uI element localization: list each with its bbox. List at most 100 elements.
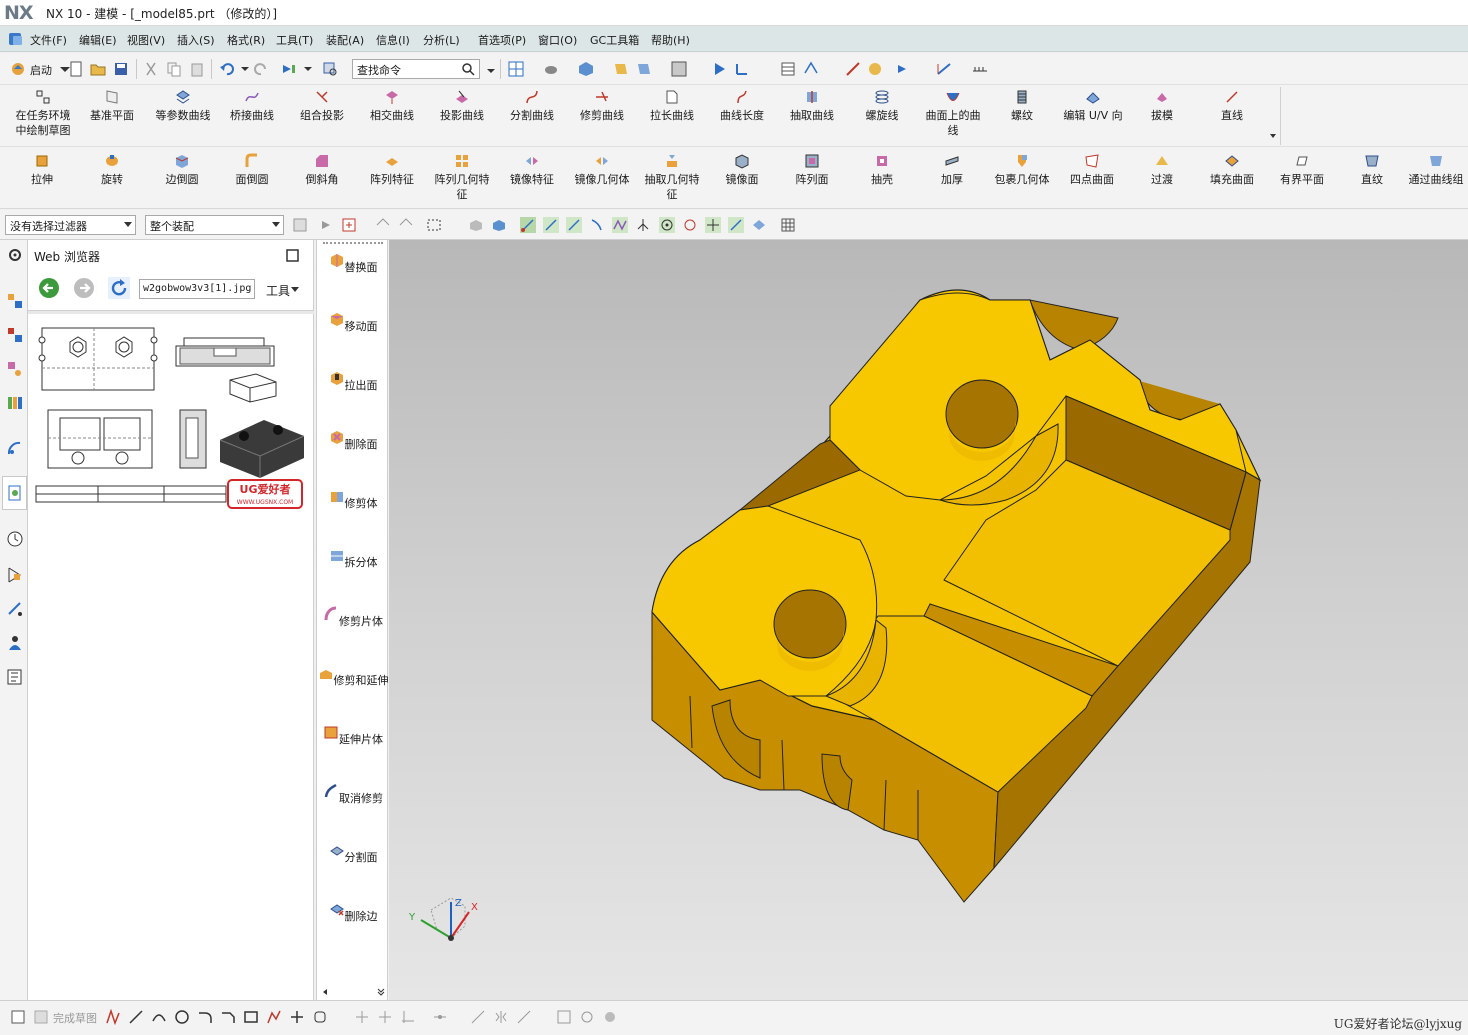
part-navigator-icon[interactable] [6, 360, 24, 378]
chevron-down-icon[interactable] [483, 61, 499, 77]
snap-line-icon[interactable] [543, 217, 559, 233]
view-layout-icon[interactable] [508, 61, 524, 77]
selection-scope-dropdown[interactable]: 整个装配 [145, 215, 284, 235]
manufacturing-wizard-icon[interactable] [6, 600, 24, 618]
process-studio-icon[interactable] [6, 566, 24, 584]
offset-curve-icon[interactable] [312, 1009, 328, 1025]
divide-curve-button[interactable]: 分割曲线 [502, 89, 562, 123]
arc-icon[interactable] [151, 1009, 167, 1025]
mirror-face-button[interactable]: 镜像面 [712, 153, 772, 187]
web-browser-tab[interactable] [2, 476, 27, 510]
trim-body-button[interactable]: 修剪体 [317, 488, 389, 511]
thicken-button[interactable]: 加厚 [922, 153, 982, 187]
analysis-icon[interactable] [867, 61, 883, 77]
cut-icon[interactable] [143, 61, 159, 77]
section-view-icon[interactable] [636, 61, 652, 77]
measure-icon[interactable] [845, 61, 861, 77]
divide-face-button[interactable]: 分割面 [317, 842, 389, 865]
pattern-geometry-button[interactable]: 阵列几何特征 [432, 153, 492, 202]
ribbon-more-icon[interactable] [1268, 131, 1278, 141]
refresh-icon[interactable] [108, 277, 130, 299]
snap-quadrant-icon[interactable] [682, 217, 698, 233]
mirror-curve-icon[interactable] [493, 1009, 509, 1025]
combined-projection-button[interactable]: 组合投影 [292, 89, 352, 123]
start-button[interactable]: 启动 [30, 62, 52, 78]
menu-preferences[interactable]: 首选项(P) [478, 32, 526, 48]
datum-plane-button[interactable]: 基准平面 [82, 89, 142, 123]
grid-icon[interactable] [780, 217, 796, 233]
snap-endpoint-icon[interactable] [520, 217, 536, 233]
shell-button[interactable]: 抽壳 [852, 153, 912, 187]
bounded-plane-button[interactable]: 有界平面 [1272, 153, 1332, 187]
untrim-button[interactable]: 取消修剪 [317, 783, 389, 806]
address-field[interactable]: w2gobwow3v3[1].jpg [139, 279, 255, 299]
mirror-feature-button[interactable]: 镜像特征 [502, 153, 562, 187]
line-button[interactable]: 直线 [1202, 89, 1262, 123]
menu-format[interactable]: 格式(R) [227, 32, 265, 48]
through-curves-button[interactable]: 通过曲线组 [1404, 153, 1468, 187]
show-hidden-icon[interactable] [468, 217, 484, 233]
back-arrow-icon[interactable] [38, 277, 60, 299]
layer-settings-icon[interactable] [780, 61, 796, 77]
continuous-auto-dimension-icon[interactable] [556, 1009, 572, 1025]
menu-insert[interactable]: 插入(S) [177, 32, 215, 48]
selection-filter-dropdown[interactable]: 没有选择过滤器 [5, 215, 136, 235]
isoparametric-curve-button[interactable]: 等参数曲线 [150, 89, 216, 123]
helix-button[interactable]: 螺旋线 [852, 89, 912, 123]
select-feature-icon[interactable] [341, 217, 357, 233]
constraint-icon[interactable] [432, 1009, 448, 1025]
menu-help[interactable]: 帮助(H) [651, 32, 690, 48]
menu-window[interactable]: 窗口(O) [538, 32, 577, 48]
intersection-curve-button[interactable]: 相交曲线 [362, 89, 422, 123]
point-icon[interactable] [289, 1009, 305, 1025]
geometric-constraint-icon[interactable] [470, 1009, 486, 1025]
undo-icon[interactable] [219, 61, 235, 77]
menu-edit[interactable]: 编辑(E) [79, 32, 117, 48]
curve-length-button[interactable]: 曲线长度 [712, 89, 772, 123]
pattern-curve-icon[interactable] [516, 1009, 532, 1025]
settings-gear-icon[interactable] [6, 246, 24, 264]
snap-icon[interactable] [896, 61, 912, 77]
assembly-filter-icon[interactable] [292, 217, 308, 233]
curve-on-surface-button[interactable]: 曲面上的曲线 [920, 89, 986, 138]
repeat-command-icon[interactable] [281, 61, 297, 77]
history-icon[interactable] [6, 530, 24, 548]
snap-intersection-icon[interactable] [612, 217, 628, 233]
sketch-icon[interactable] [10, 1009, 26, 1025]
edge-display-icon[interactable] [613, 61, 629, 77]
menu-file[interactable]: 文件(F) [30, 32, 67, 48]
rectangle-select-icon[interactable] [426, 217, 442, 233]
thread-button[interactable]: 螺纹 [992, 89, 1052, 123]
paste-icon[interactable] [189, 61, 205, 77]
scroll-more-icon[interactable] [377, 988, 385, 996]
sketch-in-task-button[interactable]: 在任务环境中绘制草图 [8, 89, 78, 138]
line-icon[interactable] [128, 1009, 144, 1025]
extract-curve-button[interactable]: 抽取曲线 [782, 89, 842, 123]
snap-angle-icon[interactable] [635, 217, 651, 233]
face-blend-button[interactable]: 面倒圆 [222, 153, 282, 187]
trim-sheet-button[interactable]: 修剪片体 [317, 606, 389, 629]
maximize-icon[interactable] [286, 249, 299, 262]
trim-curve-button[interactable]: 修剪曲线 [572, 89, 632, 123]
orient-view-icon[interactable] [712, 61, 728, 77]
snap-point-on-curve-icon[interactable] [728, 217, 744, 233]
make-corner-icon[interactable] [400, 1009, 416, 1025]
search-input[interactable]: 查找命令 [352, 59, 480, 79]
menu-analysis[interactable]: 分析(L) [423, 32, 460, 48]
revolve-button[interactable]: 旋转 [82, 153, 142, 187]
reuse-library-icon[interactable] [6, 394, 24, 412]
redo-icon[interactable] [253, 61, 269, 77]
extract-geometry-button[interactable]: 抽取几何特征 [642, 153, 702, 202]
roles-icon[interactable] [6, 634, 24, 652]
fill-surface-button[interactable]: 填充曲面 [1202, 153, 1262, 187]
extend-icon[interactable] [377, 1009, 393, 1025]
pull-face-button[interactable]: 拉出面 [317, 370, 389, 393]
render-style-icon[interactable] [543, 61, 559, 77]
delete-edge-button[interactable]: 删除边 [317, 901, 389, 924]
constraint-navigator-icon[interactable] [6, 326, 24, 344]
ruled-button[interactable]: 直纹 [1342, 153, 1402, 187]
strip-grip[interactable] [323, 242, 383, 245]
trim-and-extend-button[interactable]: 修剪和延伸 [317, 665, 389, 688]
finish-sketch-button[interactable]: 完成草图 [53, 1010, 97, 1026]
scroll-left-icon[interactable] [321, 988, 329, 996]
